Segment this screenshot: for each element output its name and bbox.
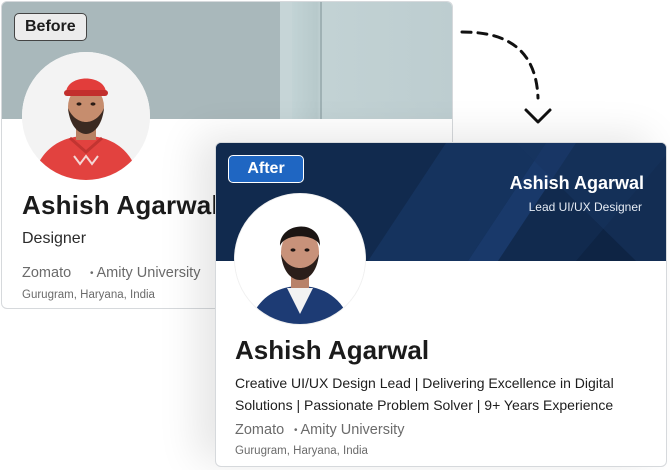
after-company: Zomato (235, 422, 285, 438)
before-company: Zomato (22, 265, 72, 281)
before-title: Designer (22, 230, 87, 247)
after-school-label: Amity University (300, 422, 405, 438)
after-avatar (234, 193, 366, 325)
after-badge: After (228, 155, 304, 183)
bullet-dot-icon: • (90, 267, 94, 279)
before-avatar (22, 52, 150, 180)
dashed-curved-arrow-icon (460, 30, 552, 124)
after-location: Gurugram, Haryana, India (235, 445, 368, 457)
banner-title: Lead UI/UX Designer (528, 200, 642, 214)
bullet-dot-icon: • (294, 424, 298, 436)
after-headline: Creative UI/UX Design Lead | Delivering … (235, 375, 614, 413)
before-school-label: Amity University (96, 265, 201, 281)
after-school: • Amity University (294, 422, 404, 438)
banner-name: Ashish Agarwal (509, 173, 644, 193)
before-location: Gurugram, Haryana, India (22, 289, 155, 301)
before-school: • Amity University (90, 265, 200, 281)
before-badge: Before (14, 13, 87, 41)
before-name: Ashish Agarwal (22, 190, 219, 220)
after-name: Ashish Agarwal (235, 335, 430, 365)
after-profile-card: After Ashish Agarwal Lead UI/UX Designer… (215, 142, 667, 467)
